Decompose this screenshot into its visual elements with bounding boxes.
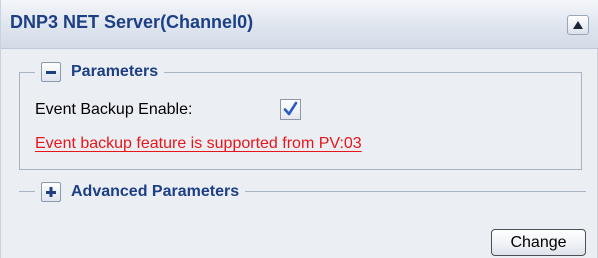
panel-title: DNP3 NET Server(Channel0) [10,12,254,32]
event-backup-checkbox[interactable] [280,99,301,120]
parameters-section-label: Parameters [71,63,159,80]
checkmark-icon [283,101,298,116]
dnp3-server-panel: DNP3 NET Server(Channel0) Parameters Eve… [0,0,598,258]
change-button[interactable]: Change [491,229,586,256]
parameters-collapse-toggle[interactable] [41,62,61,82]
advanced-expand-toggle[interactable] [41,182,61,202]
parameters-fieldset [19,72,582,170]
advanced-section-label: Advanced Parameters [71,183,240,200]
event-backup-warning: Event backup feature is supported from P… [35,135,362,152]
collapse-panel-button[interactable] [567,15,589,35]
event-backup-label: Event Backup Enable: [35,101,193,118]
advanced-legend: Advanced Parameters [35,181,246,203]
panel-header: DNP3 NET Server(Channel0) [1,0,598,49]
plus-icon [46,187,56,197]
collapse-up-icon [573,21,583,29]
minus-icon [46,71,56,74]
parameters-legend: Parameters [35,61,165,83]
